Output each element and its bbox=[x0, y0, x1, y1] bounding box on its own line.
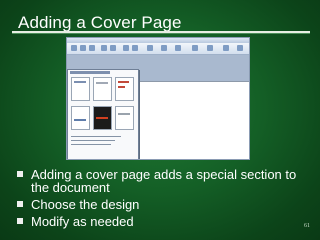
page-number: 61 bbox=[304, 223, 310, 229]
square-bullet-icon bbox=[17, 171, 23, 177]
gallery-menu-line bbox=[71, 144, 111, 145]
word-screenshot bbox=[66, 37, 250, 160]
cover-page-thumbnail[interactable] bbox=[71, 77, 90, 101]
ribbon-button-icon bbox=[89, 45, 95, 51]
square-bullet-icon bbox=[17, 201, 23, 207]
ribbon-button-icon bbox=[192, 45, 198, 51]
title-underline-shadow bbox=[12, 33, 310, 34]
thumbnail-bar bbox=[118, 81, 129, 83]
ribbon bbox=[67, 43, 249, 55]
thumbnail-bar bbox=[96, 117, 108, 119]
ribbon-button-icon bbox=[147, 45, 153, 51]
cover-page-gallery[interactable] bbox=[67, 69, 139, 159]
ribbon-button-icon bbox=[123, 45, 129, 51]
bullet-text: Adding a cover page adds a special secti… bbox=[31, 167, 297, 195]
bullet-item: Modify as needed bbox=[17, 215, 313, 228]
bullet-item: Choose the design bbox=[17, 198, 313, 211]
cover-page-thumbnail[interactable] bbox=[71, 106, 90, 130]
ribbon-button-icon bbox=[175, 45, 181, 51]
slide: Adding a Cover Page Adding a cover page … bbox=[0, 0, 320, 240]
ribbon-button-icon bbox=[237, 45, 243, 51]
cover-page-thumbnail[interactable] bbox=[93, 106, 112, 130]
bullet-text: Modify as needed bbox=[31, 214, 134, 229]
thumbnail-bar bbox=[96, 82, 108, 84]
bullet-list: Adding a cover page adds a special secti… bbox=[17, 168, 313, 232]
ribbon-button-icon bbox=[132, 45, 138, 51]
cover-page-thumbnail[interactable] bbox=[115, 106, 134, 130]
bullet-text: Choose the design bbox=[31, 197, 140, 212]
thumbnail-bar bbox=[118, 86, 125, 88]
thumbnail-bar bbox=[118, 113, 130, 115]
gallery-menu-line bbox=[71, 136, 121, 137]
square-bullet-icon bbox=[17, 218, 23, 224]
document-page bbox=[137, 81, 249, 159]
ribbon-button-icon bbox=[110, 45, 116, 51]
bullet-item: Adding a cover page adds a special secti… bbox=[17, 168, 313, 194]
ribbon-button-icon bbox=[223, 45, 229, 51]
thumbnail-bar bbox=[74, 119, 86, 121]
cover-page-thumbnail[interactable] bbox=[93, 77, 112, 101]
ribbon-button-icon bbox=[80, 45, 86, 51]
thumbnail-bar bbox=[74, 81, 86, 83]
gallery-header bbox=[70, 71, 110, 74]
ribbon-button-icon bbox=[101, 45, 107, 51]
slide-title: Adding a Cover Page bbox=[18, 13, 182, 32]
ribbon-button-icon bbox=[207, 45, 213, 51]
document-workspace bbox=[67, 55, 249, 159]
ribbon-button-icon bbox=[71, 45, 77, 51]
cover-page-thumbnail[interactable] bbox=[115, 77, 134, 101]
gallery-menu-line bbox=[71, 140, 115, 141]
ribbon-button-icon bbox=[161, 45, 167, 51]
